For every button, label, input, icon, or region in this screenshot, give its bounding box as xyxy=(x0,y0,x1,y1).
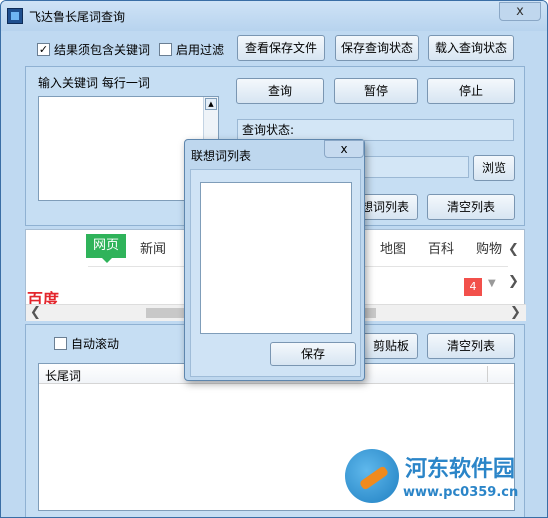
tab-news[interactable]: 新闻 xyxy=(140,238,166,257)
scroll-left-icon[interactable]: ❮ xyxy=(30,305,41,320)
clear-list-button-top[interactable]: 清空列表 xyxy=(427,194,515,220)
query-button[interactable]: 查询 xyxy=(236,78,324,104)
load-query-state-button[interactable]: 载入查询状态 xyxy=(428,35,514,61)
filter-label: 启用过滤 xyxy=(176,42,225,57)
scroll-down-icon[interactable]: ❯ xyxy=(508,274,519,289)
query-status-label: 查询状态: xyxy=(242,123,295,137)
checkbox-box[interactable] xyxy=(159,42,172,56)
must-contain-label: 结果须包含关键词 xyxy=(54,42,151,57)
keyword-input-label: 输入关键词 每行一词 xyxy=(38,76,150,90)
autoscroll-label: 自动滚动 xyxy=(71,336,120,351)
app-icon xyxy=(7,8,23,24)
filter-checkbox[interactable]: 启用过滤 xyxy=(159,41,224,57)
clear-list-button-bottom[interactable]: 清空列表 xyxy=(427,333,515,359)
notification-badge[interactable]: 4 xyxy=(464,278,482,296)
close-button[interactable]: x xyxy=(499,2,541,21)
dialog-title: 联想词列表 xyxy=(191,149,252,163)
must-contain-checkbox[interactable]: ✓ 结果须包含关键词 xyxy=(37,41,150,57)
query-status-field: 查询状态: xyxy=(237,119,514,141)
title-bar[interactable]: 飞达鲁长尾词查询 x xyxy=(1,1,547,31)
dropdown-arrow-icon[interactable]: ▼ xyxy=(488,278,496,289)
watermark-url: www.pc0359.cn xyxy=(403,485,519,500)
dialog-body: 保存 xyxy=(190,169,361,377)
tab-web[interactable]: 网页 xyxy=(86,234,126,263)
watermark-logo-icon xyxy=(345,449,399,503)
scroll-right-icon[interactable]: ❯ xyxy=(510,305,521,320)
dialog-save-button[interactable]: 保存 xyxy=(270,342,356,366)
autoscroll-checkbox[interactable]: 自动滚动 xyxy=(54,335,119,351)
view-saved-file-button[interactable]: 查看保存文件 xyxy=(237,35,325,61)
scroll-up-icon[interactable]: ▲ xyxy=(205,98,217,110)
column-header-longtail[interactable]: 长尾词 xyxy=(45,367,81,384)
window-title: 飞达鲁长尾词查询 xyxy=(29,10,126,24)
scroll-up-icon[interactable]: ❮ xyxy=(508,242,519,257)
watermark: 河东软件园 www.pc0359.cn xyxy=(339,445,544,509)
main-window: 飞达鲁长尾词查询 x ✓ 结果须包含关键词 启用过滤 查看保存文件 保存查询状态… xyxy=(0,0,548,518)
related-words-dialog: 联想词列表 x 保存 xyxy=(184,139,365,381)
tab-baike[interactable]: 百科 xyxy=(428,238,454,257)
pause-button[interactable]: 暂停 xyxy=(334,78,418,104)
save-query-state-button[interactable]: 保存查询状态 xyxy=(335,35,419,61)
checkbox-box[interactable] xyxy=(54,336,67,350)
stop-button[interactable]: 停止 xyxy=(427,78,515,104)
checkbox-box[interactable]: ✓ xyxy=(37,42,50,56)
column-divider[interactable] xyxy=(487,366,488,382)
tab-shopping[interactable]: 购物 xyxy=(476,238,502,257)
tab-map[interactable]: 地图 xyxy=(380,238,406,257)
watermark-name: 河东软件园 xyxy=(405,457,516,482)
browse-button[interactable]: 浏览 xyxy=(473,155,515,181)
dialog-close-button[interactable]: x xyxy=(324,140,364,158)
related-words-list[interactable] xyxy=(200,182,352,334)
